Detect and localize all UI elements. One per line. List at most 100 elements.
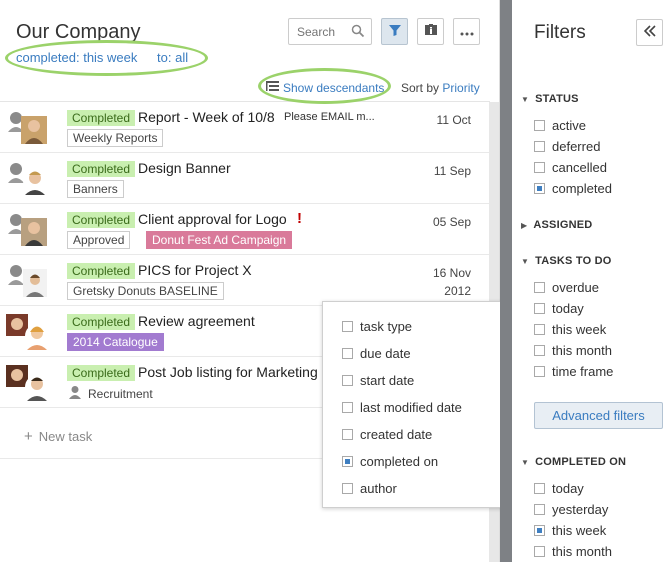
- checkbox[interactable]: [534, 324, 545, 335]
- search-icon: [351, 24, 365, 41]
- menu-item-label: task type: [360, 319, 413, 334]
- folder-tag[interactable]: Approved: [67, 231, 131, 249]
- menu-item-label: completed on: [360, 454, 439, 469]
- menu-item-start-date[interactable]: start date: [342, 373, 414, 388]
- checkbox[interactable]: [534, 282, 545, 293]
- ellipsis-icon: [460, 24, 474, 39]
- checkbox[interactable]: [534, 120, 545, 131]
- folder-tag[interactable]: Weekly Reports: [67, 129, 164, 147]
- filter-option-completed-this-month[interactable]: this month: [534, 544, 612, 559]
- checkbox[interactable]: [342, 348, 353, 359]
- table-row[interactable]: Completed PICS for Project X 16 Nov 2012 …: [0, 255, 489, 306]
- menu-item-created-date[interactable]: created date: [342, 427, 432, 442]
- task-name[interactable]: PICS for Project X: [138, 262, 252, 278]
- option-label: this month: [552, 343, 612, 358]
- advanced-filters-button[interactable]: Advanced filters: [534, 402, 663, 429]
- priority-icon: !: [297, 210, 302, 227]
- menu-item-due-date[interactable]: due date: [342, 346, 411, 361]
- checkbox-checked[interactable]: [342, 456, 353, 467]
- option-label: this month: [552, 544, 612, 559]
- task-name[interactable]: Post Job listing for Marketing a: [138, 364, 329, 380]
- checkbox[interactable]: [534, 162, 545, 173]
- filter-option-completed[interactable]: completed: [534, 181, 612, 196]
- menu-item-completed-on[interactable]: completed on: [342, 454, 438, 469]
- checkbox[interactable]: [342, 429, 353, 440]
- filter-option-completed-this-week[interactable]: this week: [534, 523, 606, 538]
- project-tag[interactable]: 2014 Catalogue: [67, 333, 164, 351]
- menu-item-author[interactable]: author: [342, 481, 397, 496]
- caret-down-icon: ▼: [521, 94, 530, 104]
- table-row[interactable]: Completed Client approval for Logo ! 05 …: [0, 204, 489, 255]
- assigned-section-header[interactable]: ▶ ASSIGNED: [521, 219, 592, 231]
- avatar: [6, 159, 50, 197]
- option-label: this week: [552, 322, 607, 337]
- task-date-year: 2012: [444, 284, 471, 298]
- checkbox[interactable]: [342, 483, 353, 494]
- checkbox[interactable]: [342, 402, 353, 413]
- sort-by-label: Sort by: [401, 81, 440, 95]
- checkbox[interactable]: [342, 375, 353, 386]
- task-name[interactable]: Client approval for Logo: [138, 211, 287, 227]
- table-row[interactable]: Completed Report - Week of 10/8 Please E…: [0, 102, 489, 153]
- caret-down-icon: ▼: [521, 256, 530, 266]
- task-date: 11 Sep: [433, 164, 471, 178]
- sort-value[interactable]: Priority: [442, 81, 479, 95]
- filter-option-this-week[interactable]: this week: [534, 322, 606, 337]
- more-options-button[interactable]: [453, 18, 480, 45]
- search-box[interactable]: [288, 18, 372, 45]
- checkbox[interactable]: [534, 483, 545, 494]
- checkbox[interactable]: [534, 345, 545, 356]
- checkbox-checked[interactable]: [534, 183, 545, 194]
- filter-option-overdue[interactable]: overdue: [534, 280, 599, 295]
- filter-option-completed-yesterday[interactable]: yesterday: [534, 502, 608, 517]
- menu-item-task-type[interactable]: task type: [342, 319, 412, 334]
- task-date: 11 Oct: [436, 113, 471, 127]
- task-name[interactable]: Review agreement: [138, 313, 255, 329]
- avatar: [6, 108, 50, 146]
- panel-divider[interactable]: [500, 0, 512, 562]
- task-name[interactable]: Report - Week of 10/8: [138, 109, 275, 125]
- avatar: [6, 261, 50, 299]
- new-task-button[interactable]: + New task: [24, 428, 92, 445]
- assignee-label: Recruitment: [88, 386, 153, 401]
- folder-tag[interactable]: Gretsky Donuts BASELINE: [67, 282, 224, 300]
- filter-toggle-button[interactable]: [381, 18, 408, 45]
- status-badge: Completed: [67, 314, 136, 330]
- highlight-oval: [258, 68, 391, 104]
- table-row[interactable]: Completed Design Banner 11 Sep Banners: [0, 153, 489, 204]
- user-icon: [68, 385, 82, 402]
- status-badge: Completed: [67, 263, 136, 279]
- tasks-to-do-section-header[interactable]: ▼ TASKS TO DO: [521, 255, 611, 267]
- option-label: today: [552, 301, 584, 316]
- collapse-panel-button[interactable]: [636, 19, 663, 46]
- filter-option-this-month[interactable]: this month: [534, 343, 612, 358]
- filters-panel: Filters ▼ STATUS active deferred cancelle…: [512, 0, 670, 562]
- menu-item-last-modified[interactable]: last modified date: [342, 400, 462, 415]
- status-section-header[interactable]: ▼ STATUS: [521, 93, 579, 105]
- project-tag[interactable]: Donut Fest Ad Campaign: [146, 231, 293, 249]
- filter-option-cancelled[interactable]: cancelled: [534, 160, 607, 175]
- checkbox[interactable]: [534, 366, 545, 377]
- checkbox-checked[interactable]: [534, 525, 545, 536]
- task-date: 05 Sep: [432, 215, 471, 229]
- task-date: 16 Nov 2012: [433, 264, 471, 300]
- checkbox[interactable]: [534, 546, 545, 557]
- search-input[interactable]: [297, 25, 357, 39]
- checkbox[interactable]: [534, 141, 545, 152]
- filter-option-active[interactable]: active: [534, 118, 586, 133]
- info-button[interactable]: [417, 18, 444, 45]
- checkbox[interactable]: [534, 504, 545, 515]
- checkbox[interactable]: [534, 303, 545, 314]
- checkbox[interactable]: [342, 321, 353, 332]
- sort-control[interactable]: Sort by Priority: [401, 81, 480, 95]
- menu-item-label: due date: [360, 346, 411, 361]
- filter-option-today[interactable]: today: [534, 301, 584, 316]
- filter-option-deferred[interactable]: deferred: [534, 139, 600, 154]
- completed-on-section-header[interactable]: ▼ COMPLETED ON: [521, 456, 626, 468]
- filter-option-completed-today[interactable]: today: [534, 481, 584, 496]
- menu-item-label: author: [360, 481, 397, 496]
- task-name[interactable]: Design Banner: [138, 160, 231, 176]
- folder-tag[interactable]: Banners: [67, 180, 124, 198]
- assignee: Recruitment: [68, 385, 153, 402]
- filter-option-time-frame[interactable]: time frame: [534, 364, 613, 379]
